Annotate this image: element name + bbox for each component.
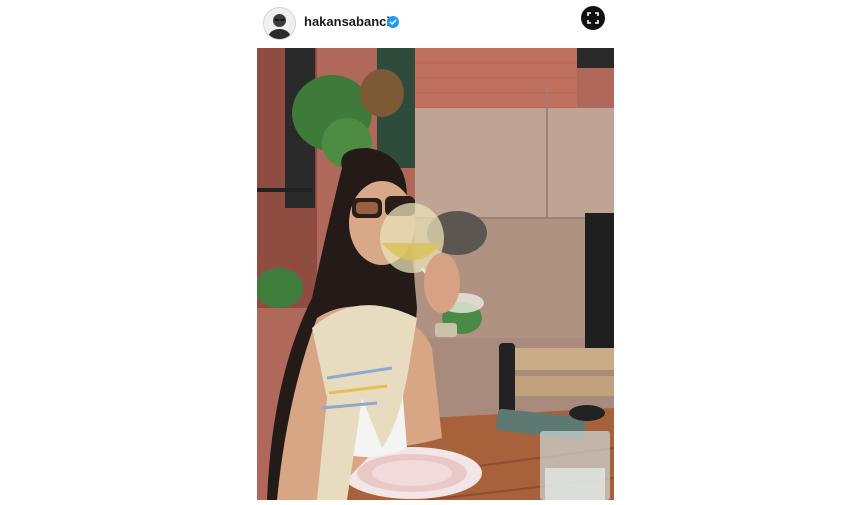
expand-button[interactable] xyxy=(581,6,605,30)
username[interactable]: hakansabanci xyxy=(304,14,390,29)
post-photo[interactable] xyxy=(257,48,614,500)
expand-icon xyxy=(587,12,599,24)
avatar[interactable] xyxy=(263,7,296,40)
photo-illustration xyxy=(257,48,614,500)
verified-badge-icon xyxy=(387,16,399,28)
post-header: hakansabanci xyxy=(257,0,614,45)
profile-avatar-icon xyxy=(264,8,295,39)
